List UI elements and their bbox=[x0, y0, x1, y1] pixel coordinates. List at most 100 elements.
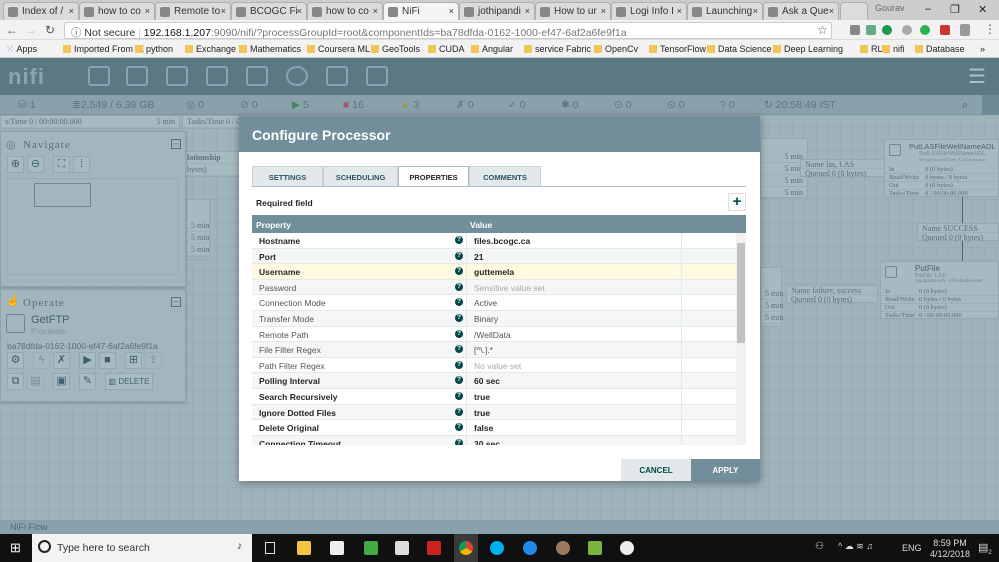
table-row[interactable]: Search Recursively? true bbox=[252, 388, 746, 405]
configure-button[interactable]: ⚙ bbox=[7, 352, 24, 369]
nvidia-icon[interactable] bbox=[364, 541, 378, 555]
table-row[interactable]: Transfer Mode? Binary bbox=[252, 310, 746, 327]
breadcrumb-item[interactable]: NiFi Flow bbox=[10, 522, 48, 532]
apply-button[interactable]: APPLY bbox=[691, 459, 760, 481]
bookmark-item[interactable]: TensorFlow bbox=[649, 44, 706, 54]
table-row[interactable]: File Filter Regex? [^\.].* bbox=[252, 342, 746, 358]
help-icon[interactable]: ? bbox=[455, 298, 463, 307]
enable-button[interactable]: ϟ bbox=[33, 352, 50, 369]
table-row[interactable]: Username? guttemela bbox=[252, 264, 746, 280]
maximize-icon[interactable]: ❐ bbox=[950, 3, 960, 16]
grammarly-icon[interactable] bbox=[882, 25, 892, 35]
gift-icon[interactable] bbox=[427, 541, 441, 555]
create-template-button[interactable]: ⊞ bbox=[125, 352, 142, 369]
bookmark-star-icon[interactable]: ☆ bbox=[817, 23, 828, 37]
browser-tab[interactable]: How to ur × bbox=[535, 2, 611, 20]
bookmark-item[interactable]: python bbox=[135, 44, 173, 54]
windows-start-icon[interactable]: ⊞ bbox=[10, 540, 21, 556]
browser-tab[interactable]: jothipandi × bbox=[459, 2, 535, 20]
table-row[interactable]: Password? Sensitive value set bbox=[252, 279, 746, 296]
app-icon[interactable] bbox=[620, 541, 634, 555]
mail-icon[interactable] bbox=[395, 541, 409, 555]
forward-icon[interactable]: → bbox=[25, 23, 37, 37]
close-tab-icon[interactable]: × bbox=[69, 6, 74, 16]
taskbar-search-input[interactable]: Type here to search ♪ bbox=[32, 534, 252, 562]
help-icon[interactable]: ? bbox=[455, 251, 463, 260]
close-tab-icon[interactable]: × bbox=[601, 6, 606, 16]
stop-button[interactable]: ■ bbox=[99, 352, 116, 369]
funnel-tool-icon[interactable] bbox=[286, 66, 308, 86]
bookmark-item[interactable]: ⁙ Apps bbox=[6, 44, 37, 55]
column-header-property[interactable]: Property bbox=[256, 220, 291, 230]
template-tool-icon[interactable] bbox=[326, 66, 348, 86]
copy-button[interactable]: ⧉ bbox=[7, 373, 24, 390]
property-value[interactable]: Sensitive value set bbox=[474, 283, 545, 293]
remote-process-group-tool-icon[interactable] bbox=[246, 66, 268, 86]
browser-tab[interactable]: Index of / × bbox=[3, 2, 79, 20]
help-icon[interactable]: ? bbox=[455, 360, 463, 369]
help-icon[interactable]: ? bbox=[455, 267, 463, 276]
more-bookmarks-icon[interactable]: » bbox=[980, 44, 985, 54]
bookmark-item[interactable]: Coursera ML bbox=[307, 44, 370, 54]
table-scrollbar[interactable] bbox=[736, 233, 746, 445]
table-row[interactable]: Path Filter Regex? No value set bbox=[252, 357, 746, 374]
edge-icon[interactable] bbox=[523, 541, 537, 555]
help-icon[interactable]: ? bbox=[455, 236, 463, 244]
bookmark-item[interactable]: GeoTools bbox=[371, 44, 420, 54]
bookmark-item[interactable]: OpenCv bbox=[594, 44, 638, 54]
language-indicator[interactable]: ENG bbox=[902, 543, 922, 553]
app-icon[interactable] bbox=[556, 541, 570, 555]
profile-name[interactable]: Gourav bbox=[875, 3, 905, 13]
bookmark-item[interactable]: Angular bbox=[471, 44, 513, 54]
help-icon[interactable]: ? bbox=[455, 345, 463, 354]
processor-tool-icon[interactable] bbox=[88, 66, 110, 86]
table-row[interactable]: Connection Timeout? 30 sec bbox=[252, 435, 746, 445]
processor-putfile[interactable]: PutFile PutFile 1.5.0 org.apache.nifi - … bbox=[880, 261, 999, 320]
property-value[interactable]: 30 sec bbox=[474, 439, 500, 445]
actual-size-button[interactable]: ⁞ bbox=[73, 156, 90, 173]
scrollbar-thumb[interactable] bbox=[737, 243, 745, 343]
browser-tab[interactable]: NiFi × bbox=[383, 2, 459, 20]
browser-tab[interactable]: Logi Info I × bbox=[611, 2, 687, 20]
input-port-tool-icon[interactable] bbox=[126, 66, 148, 86]
property-value[interactable]: true bbox=[474, 392, 490, 402]
zoom-out-button[interactable]: ⊖ bbox=[27, 156, 44, 173]
close-tab-icon[interactable]: × bbox=[677, 6, 682, 16]
bookmark-item[interactable]: service Fabric bbox=[524, 44, 591, 54]
extension-icon[interactable] bbox=[960, 24, 970, 36]
microphone-icon[interactable]: ♪ bbox=[237, 540, 242, 552]
help-icon[interactable]: ? bbox=[455, 407, 463, 416]
tab-comments[interactable]: COMMENTS bbox=[469, 166, 541, 186]
notepad-icon[interactable] bbox=[588, 541, 602, 555]
action-center-icon[interactable]: ▤2 bbox=[978, 541, 992, 556]
connection-success[interactable]: Name SUCCESS Queued 0 (0 bytes) bbox=[917, 223, 999, 242]
browser-tab[interactable]: Remote to × bbox=[155, 2, 231, 20]
table-row[interactable]: Ignore Dotted Files? true bbox=[252, 404, 746, 421]
processor-node[interactable]: 5 min 5 min 5 min bbox=[186, 199, 210, 257]
bulletin-board-icon[interactable] bbox=[982, 95, 999, 115]
tab-properties[interactable]: PROPERTIES bbox=[398, 166, 469, 187]
fit-button[interactable]: ⛶ bbox=[53, 156, 70, 173]
browser-tab[interactable]: how to co × bbox=[307, 2, 383, 20]
connection-las[interactable]: Name las, LAS Queued 0 (0 bytes) bbox=[800, 159, 892, 178]
bookmark-item[interactable]: Database bbox=[915, 44, 965, 54]
close-tab-icon[interactable]: × bbox=[221, 6, 226, 16]
close-tab-icon[interactable]: × bbox=[753, 6, 758, 16]
browser-tab[interactable]: Launching × bbox=[687, 2, 763, 20]
connection-failure-success[interactable]: Name failure, success Queued 0 (0 bytes) bbox=[786, 285, 878, 304]
new-tab-button[interactable] bbox=[840, 2, 868, 20]
cancel-button[interactable]: CANCEL bbox=[621, 459, 691, 481]
property-value[interactable]: files.bcogc.ca bbox=[474, 236, 530, 246]
url-input[interactable]: ⓘ Not secure | 192.168.1.207:9090/nifi/?… bbox=[64, 22, 832, 39]
processor-node[interactable]: Tasks/Time 0 / 00:0 bbox=[182, 115, 242, 129]
extension-icon[interactable] bbox=[940, 25, 950, 35]
close-tab-icon[interactable]: × bbox=[373, 6, 378, 16]
collapse-icon[interactable]: – bbox=[171, 139, 181, 149]
processor-putlasfilewellnameadl[interactable]: PutLASFileWellNameADL PutLASFileWellName… bbox=[884, 139, 999, 198]
task-view-icon[interactable] bbox=[265, 542, 275, 554]
help-icon[interactable]: ? bbox=[455, 313, 463, 322]
table-row[interactable]: Polling Interval? 60 sec bbox=[252, 373, 746, 389]
bookmark-item[interactable]: Data Science bbox=[707, 44, 772, 54]
store-icon[interactable] bbox=[330, 541, 344, 555]
processor-node[interactable]: 5 min 5 min 5 min bbox=[760, 267, 783, 327]
